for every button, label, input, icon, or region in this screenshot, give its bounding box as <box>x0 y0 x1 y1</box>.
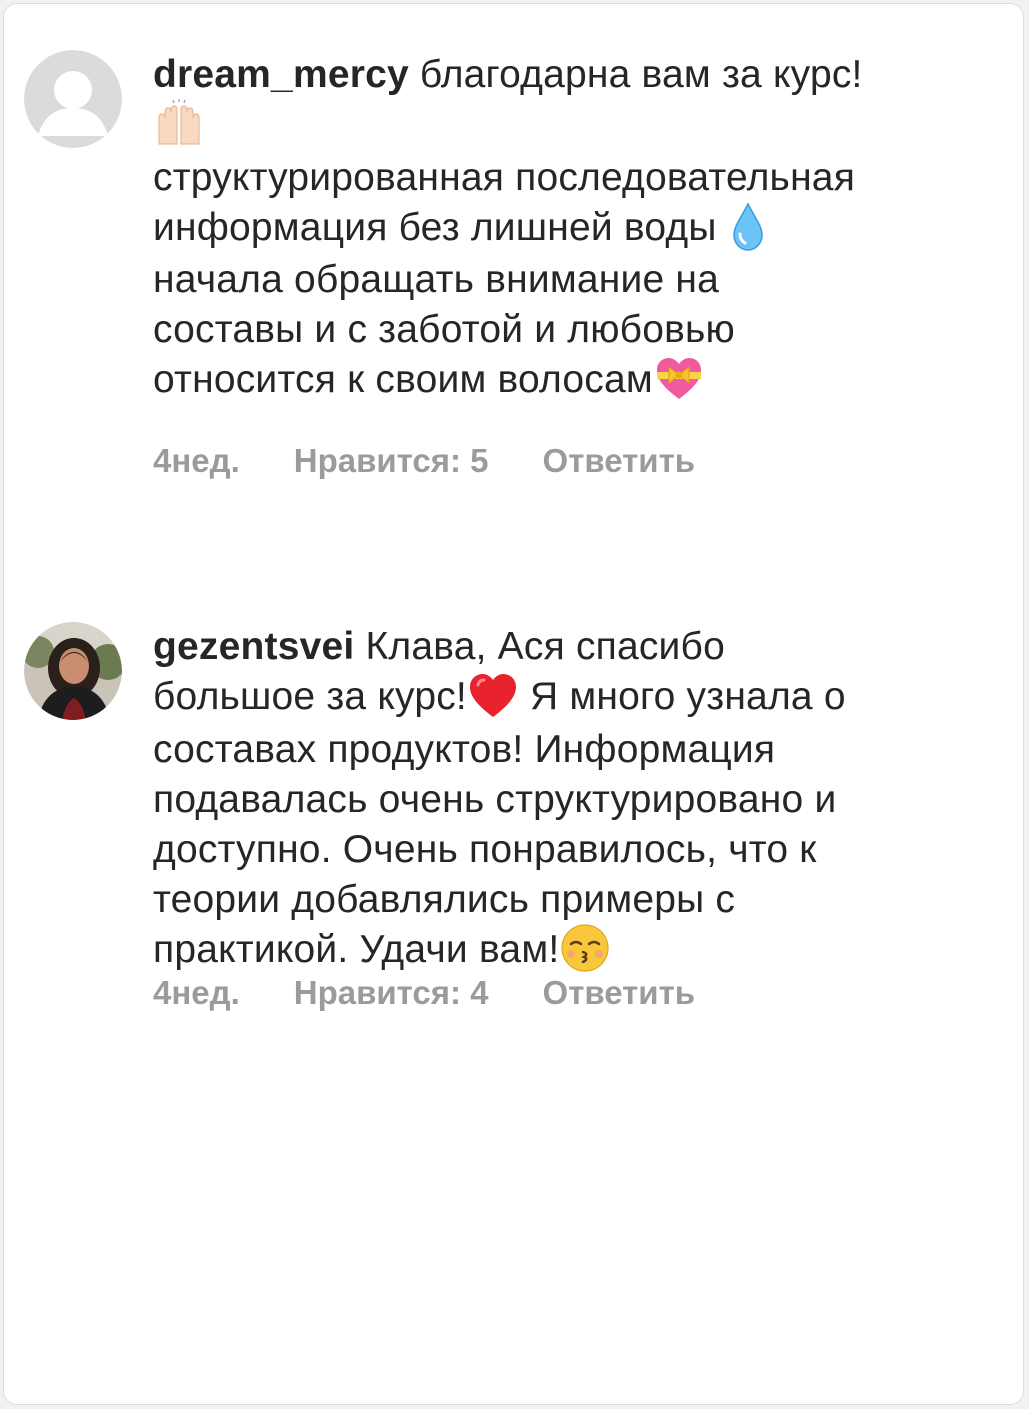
comment-username[interactable]: dream_mercy <box>153 53 409 96</box>
reply-button[interactable]: Ответить <box>543 442 696 480</box>
comment-text: Клава, Ася спасибо <box>365 625 725 668</box>
avatar[interactable] <box>24 50 122 148</box>
comment-text: практикой. Удачи вам! <box>153 927 560 971</box>
reply-button[interactable]: Ответить <box>543 974 696 1012</box>
comment-text: составы и с заботой и любовью <box>153 308 736 352</box>
comment-time: 4нед. <box>153 442 240 479</box>
raising-hands-emoji <box>153 98 205 150</box>
comment-text: структурированная последовательная <box>153 155 856 199</box>
comment-text: Я много узнала о <box>530 675 846 718</box>
avatar[interactable] <box>24 622 122 720</box>
comment-meta: 4нед. Нравится: 4 Ответить <box>153 974 695 1012</box>
comment-text: подавалась очень структурировано и <box>153 777 837 821</box>
comment-text: информация без лишней воды <box>153 205 717 249</box>
comment-text: начала обращать внимание на <box>153 258 720 302</box>
comments-card: dream_mercy благодарна вам за курс! стру… <box>3 3 1024 1405</box>
comment-text: доступно. Очень понравилось, что к <box>153 827 817 871</box>
comment-text: большое за курс! <box>153 675 467 718</box>
comment-username[interactable]: gezentsvei <box>153 625 354 668</box>
likes-count-button[interactable]: Нравится: 4 <box>294 974 489 1012</box>
comment-body: gezentsvei Клава, Ася спасибо большое за… <box>153 622 983 977</box>
heart-with-ribbon-emoji <box>653 353 705 405</box>
comment-text: относится к своим волосам <box>153 358 653 402</box>
droplet-emoji <box>728 200 768 252</box>
comment-time: 4нед. <box>153 974 240 1011</box>
comment-meta: 4нед. Нравится: 5 Ответить <box>153 442 695 480</box>
comment-body: dream_mercy благодарна вам за курс! стру… <box>153 50 983 408</box>
default-avatar-icon <box>24 50 122 148</box>
user-photo-avatar <box>24 622 122 720</box>
comment-text: теории добавлялись примеры с <box>153 877 736 921</box>
comment-text: составах продуктов! Информация <box>153 727 776 771</box>
likes-count-button[interactable]: Нравится: 5 <box>294 442 489 480</box>
comment-text: благодарна вам за курс! <box>419 53 863 96</box>
red-heart-emoji <box>467 670 519 722</box>
kissing-face-emoji <box>559 922 611 974</box>
